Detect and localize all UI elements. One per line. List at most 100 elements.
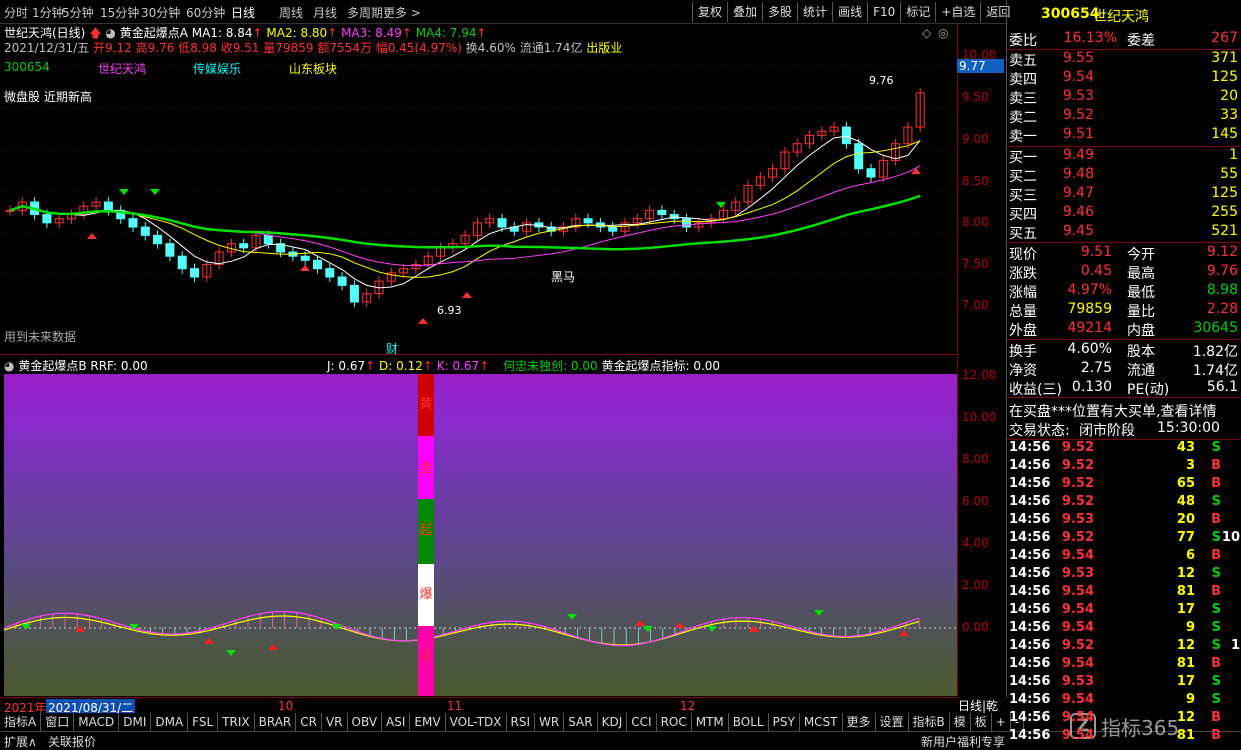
period-tab-6[interactable]: 日线 bbox=[231, 4, 255, 21]
tick-side: S bbox=[1211, 494, 1221, 509]
tick-price: 9.52 bbox=[1061, 638, 1094, 653]
buy-price: 9.46 bbox=[1062, 204, 1094, 220]
sub-settings-icon[interactable]: ◕ bbox=[4, 359, 14, 373]
tool-button-1[interactable]: 叠加 bbox=[727, 2, 762, 22]
indicator-tab-9[interactable]: VR bbox=[322, 713, 348, 731]
buy-volume: 521 bbox=[1211, 223, 1238, 239]
indicator-tab-23[interactable]: MCST bbox=[800, 713, 843, 731]
related-quote-button[interactable]: 关联报价 bbox=[48, 733, 96, 750]
weicha-value: 267 bbox=[1211, 30, 1238, 46]
period-tab-0[interactable]: 分时 bbox=[4, 4, 28, 21]
stat2-value: 56.1 bbox=[1206, 379, 1238, 395]
indicator-tab-17[interactable]: KDJ bbox=[598, 713, 628, 731]
stat2-value: 2.75 bbox=[1080, 360, 1112, 376]
indicator-tab-19[interactable]: ROC bbox=[657, 713, 692, 731]
tick-volume: 81 bbox=[1176, 728, 1195, 743]
sell-price: 9.52 bbox=[1062, 107, 1094, 123]
indicator-tab-25[interactable]: 设置 bbox=[876, 713, 909, 731]
tool-button-5[interactable]: F10 bbox=[867, 2, 900, 22]
indicator-tab-18[interactable]: CCI bbox=[627, 713, 657, 731]
buy-volume: 125 bbox=[1211, 185, 1238, 201]
expand-button[interactable]: 扩展∧ bbox=[4, 733, 37, 750]
x-dec: 12 bbox=[680, 699, 696, 713]
notice-text: 在买盘***位置有大买单,查看详情 bbox=[1009, 404, 1217, 420]
tick-price: 9.52 bbox=[1061, 440, 1094, 455]
indicator-tab-15[interactable]: WR bbox=[535, 713, 565, 731]
period-tab-9[interactable]: 多周期 bbox=[347, 4, 383, 21]
candle-body bbox=[140, 226, 150, 236]
indicator-tab-16[interactable]: SAR bbox=[564, 713, 598, 731]
tick-time: 14:56 bbox=[1009, 638, 1051, 653]
tick-time: 14:56 bbox=[1009, 548, 1051, 563]
indicator-tab-26[interactable]: 指标B bbox=[909, 713, 950, 731]
period-tab-2[interactable]: 5分钟 bbox=[62, 4, 94, 21]
period-tab-3[interactable]: 15分钟 bbox=[100, 4, 139, 21]
period-tab-5[interactable]: 60分钟 bbox=[186, 4, 225, 21]
tool-buttons: 复权 叠加 多股 统计 画线 F10 标记 +自选 返回 bbox=[692, 2, 1015, 22]
price-tick: 9.50 bbox=[962, 90, 989, 104]
indicator-tab-11[interactable]: ASI bbox=[382, 713, 411, 731]
tick-price: 9.54 bbox=[1061, 548, 1094, 563]
indicator-tab-24[interactable]: 更多 bbox=[843, 713, 876, 731]
indicator-tab-14[interactable]: RSI bbox=[507, 713, 536, 731]
indicator-tab-12[interactable]: EMV bbox=[410, 713, 446, 731]
tool-button-0[interactable]: 复权 bbox=[692, 2, 727, 22]
tick-side: B bbox=[1211, 656, 1221, 671]
indicator-tab-3[interactable]: DMI bbox=[119, 713, 152, 731]
period-tab-1[interactable]: 1分钟 bbox=[32, 4, 64, 21]
indicator-tab-4[interactable]: DMA bbox=[151, 713, 189, 731]
kline-chart[interactable]: 世纪天鸿(日线) 🡅 ◕ 黄金起爆点A MA1: 8.84↑ MA2: 8.80… bbox=[0, 24, 957, 356]
candle-body bbox=[239, 243, 249, 249]
signal-char: 起 bbox=[419, 523, 432, 538]
sell-volume: 145 bbox=[1211, 126, 1238, 142]
quote-row: 交易状态: 闭市阶段 15:30:00 bbox=[1007, 420, 1241, 439]
buy-signal-arrow bbox=[75, 626, 85, 632]
price-tick: 8.00 bbox=[962, 215, 989, 229]
stat-value: 0.45 bbox=[1080, 263, 1112, 279]
indicator-tab-28[interactable]: 板 bbox=[971, 713, 992, 731]
indicator-tab-27[interactable]: 模 bbox=[950, 713, 971, 731]
period-tab-8[interactable]: 月线 bbox=[313, 4, 337, 21]
candle-body bbox=[103, 201, 113, 211]
tool-button-4[interactable]: 画线 bbox=[832, 2, 867, 22]
period-tab-7[interactable]: 周线 bbox=[279, 4, 303, 21]
period-tab-4[interactable]: 30分钟 bbox=[141, 4, 180, 21]
indicator-tab-22[interactable]: PSY bbox=[769, 713, 800, 731]
sell-price: 9.51 bbox=[1062, 126, 1094, 142]
tick-volume: 9 bbox=[1185, 620, 1195, 635]
tick-side: S bbox=[1211, 692, 1221, 707]
indicator-tab-6[interactable]: TRIX bbox=[218, 713, 255, 731]
indicator-tab-5[interactable]: FSL bbox=[188, 713, 219, 731]
status-time: 15:30:00 bbox=[1157, 420, 1220, 436]
tick-count: 10 bbox=[1221, 530, 1240, 545]
promo-link[interactable]: 新用户福利专享 bbox=[921, 733, 1005, 750]
indicator-tabs: 指标A 窗口 MACD DMI DMA FSL TRIX BRAR CR VR OBV ASI EMV V… bbox=[0, 713, 1025, 731]
indicator-tab-20[interactable]: MTM bbox=[692, 713, 729, 731]
tool-button-6[interactable]: 标记 bbox=[900, 2, 935, 22]
tool-button-2[interactable]: 多股 bbox=[762, 2, 797, 22]
tool-button-3[interactable]: 统计 bbox=[797, 2, 832, 22]
indicator-tab-8[interactable]: CR bbox=[296, 713, 322, 731]
tick-side: B bbox=[1211, 710, 1221, 725]
indicator-tab-7[interactable]: BRAR bbox=[255, 713, 297, 731]
stat-label: 涨幅 bbox=[1009, 285, 1037, 301]
tool-button-7[interactable]: +自选 bbox=[935, 2, 980, 22]
indicator-tab-21[interactable]: BOLL bbox=[729, 713, 769, 731]
indicator-tab-2[interactable]: MACD bbox=[74, 713, 120, 731]
indicator-tab-0[interactable]: 指标A bbox=[0, 713, 42, 731]
tick-price: 9.52 bbox=[1061, 458, 1094, 473]
indicator-tab-1[interactable]: 窗口 bbox=[41, 713, 75, 731]
buy-label: 买五 bbox=[1009, 226, 1037, 242]
tick-volume: 9 bbox=[1185, 692, 1195, 707]
indicator-tab-10[interactable]: OBV bbox=[348, 713, 383, 731]
candle-body bbox=[349, 284, 359, 303]
divider bbox=[1007, 397, 1241, 398]
quote-panel: 委比 16.13% 委差 267 卖五 9.55 371 卖四 9.54 125 卖三 9.53 20 卖… bbox=[1006, 30, 1241, 743]
tick-price: 9.54 bbox=[1061, 656, 1094, 671]
indicator-tab-13[interactable]: VOL-TDX bbox=[446, 713, 507, 731]
buy-volume: 55 bbox=[1220, 166, 1238, 182]
tick-time: 14:56 bbox=[1009, 530, 1051, 545]
tick-side: S bbox=[1211, 530, 1221, 545]
period-tab-10[interactable]: 更多 > bbox=[383, 4, 421, 21]
sub-tick: 0.00 bbox=[962, 620, 989, 634]
